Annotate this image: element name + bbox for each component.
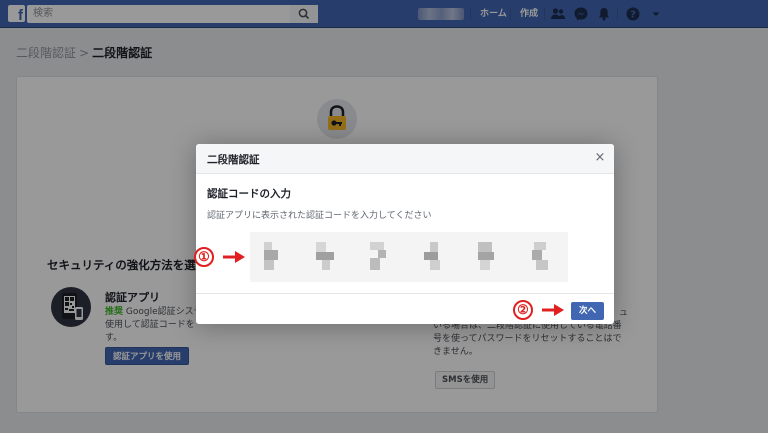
code-digit-input[interactable]: [528, 240, 554, 274]
code-digit-input[interactable]: [312, 240, 338, 274]
next-button[interactable]: 次へ: [571, 302, 605, 320]
dialog-title: 二段階認証: [207, 154, 260, 166]
annotation-marker-1: ①: [194, 247, 214, 267]
enter-code-heading: 認証コードの入力: [207, 188, 291, 200]
code-input-group: [250, 232, 568, 282]
dialog-header: 二段階認証 ×: [196, 144, 614, 174]
enter-code-instructions: 認証アプリに表示された認証コードを入力してください: [207, 211, 432, 221]
code-digit-input[interactable]: [258, 240, 284, 274]
annotation-arrow-right-icon: [542, 304, 564, 316]
two-factor-code-dialog: 二段階認証 × 認証コードの入力 認証アプリに表示された認証コードを入力してくだ…: [196, 144, 614, 324]
code-digit-input[interactable]: [474, 240, 500, 274]
annotation-arrow-right-icon: [223, 251, 245, 263]
code-digit-input[interactable]: [420, 240, 446, 274]
annotation-marker-2: ②: [513, 300, 533, 320]
close-icon[interactable]: ×: [593, 150, 607, 166]
code-digit-input[interactable]: [366, 240, 392, 274]
